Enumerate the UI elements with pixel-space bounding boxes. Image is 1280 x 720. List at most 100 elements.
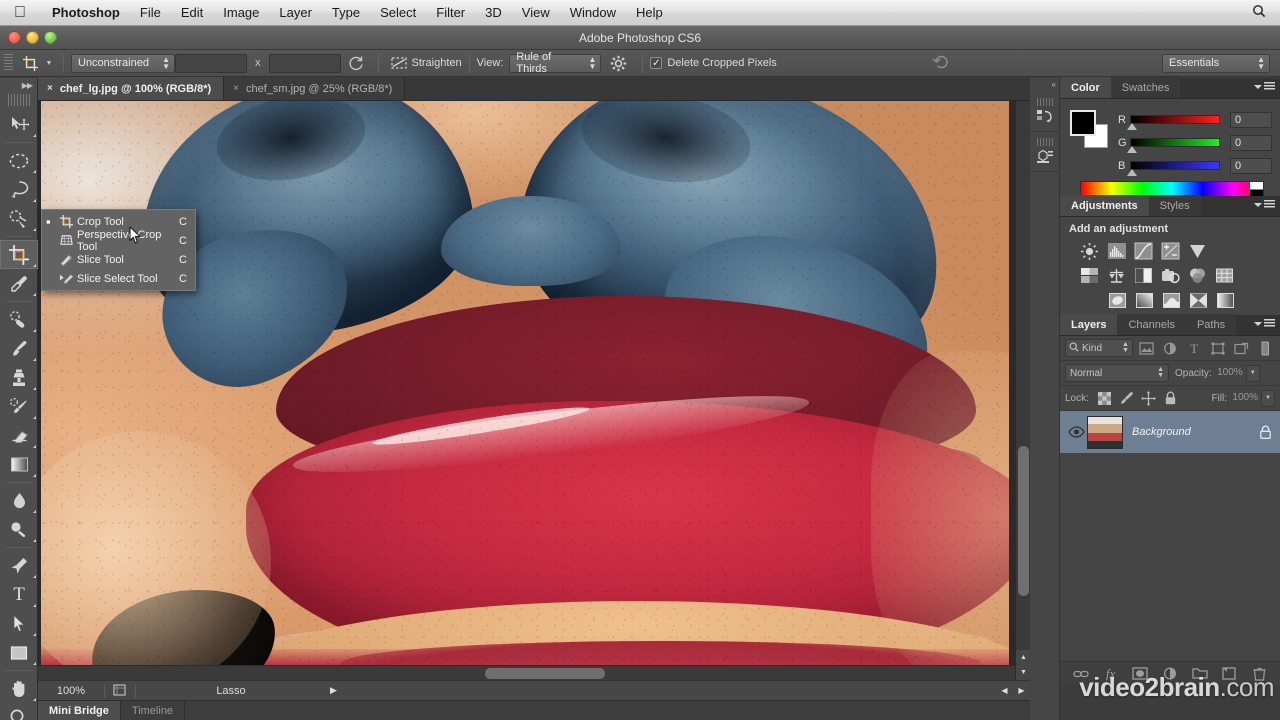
close-icon[interactable]: × xyxy=(233,83,239,94)
reset-icon[interactable] xyxy=(930,53,952,73)
delete-cropped-pixels-checkbox[interactable]: ✓ xyxy=(650,57,662,69)
color-lookup-icon[interactable] xyxy=(1211,265,1238,287)
threshold-icon[interactable] xyxy=(1158,290,1185,312)
options-bar-grip[interactable] xyxy=(4,54,13,72)
channel-value-r[interactable]: 0 xyxy=(1230,112,1272,128)
close-icon[interactable] xyxy=(8,31,21,44)
tool-brush[interactable] xyxy=(0,334,38,363)
photo-filter-icon[interactable] xyxy=(1157,265,1184,287)
fill-stepper-icon[interactable]: ▼ xyxy=(1261,390,1275,407)
hue-saturation-icon[interactable] xyxy=(1076,265,1103,287)
flyout-item-slice-tool[interactable]: Slice Tool C xyxy=(42,250,195,269)
canvas-horizontal-scrollbar[interactable] xyxy=(38,665,1015,680)
menu-item-type[interactable]: Type xyxy=(322,0,370,26)
collapse-panel-icon[interactable]: ▶▶ xyxy=(0,78,37,93)
tool-preset-chevron-icon[interactable]: ▼ xyxy=(42,60,56,67)
lock-all-icon[interactable] xyxy=(1160,389,1182,407)
tab-styles[interactable]: Styles xyxy=(1149,195,1201,216)
document-image[interactable] xyxy=(41,101,1009,680)
tab-color[interactable]: Color xyxy=(1060,77,1111,98)
brightness-contrast-icon[interactable] xyxy=(1076,240,1103,262)
layer-row-background[interactable]: Background xyxy=(1060,411,1280,453)
history-panel-icon[interactable] xyxy=(1030,92,1060,132)
tab-channels[interactable]: Channels xyxy=(1117,314,1185,335)
tool-quick-selection[interactable] xyxy=(0,204,38,233)
menu-item-help[interactable]: Help xyxy=(626,0,673,26)
vertical-scroll-thumb[interactable] xyxy=(1018,446,1029,596)
gradient-map-icon[interactable] xyxy=(1212,290,1239,312)
tab-paths[interactable]: Paths xyxy=(1186,314,1236,335)
menu-item-window[interactable]: Window xyxy=(560,0,626,26)
maximize-icon[interactable] xyxy=(44,31,57,44)
lock-image-icon[interactable] xyxy=(1116,389,1138,407)
tab-swatches[interactable]: Swatches xyxy=(1111,77,1181,98)
tool-marquee[interactable] xyxy=(0,146,38,175)
panel-menu-icon[interactable] xyxy=(1254,200,1275,209)
color-balance-icon[interactable] xyxy=(1103,265,1130,287)
workspace-select[interactable]: Essentials ▲▼ xyxy=(1162,54,1270,73)
tool-blur[interactable] xyxy=(0,486,38,515)
crop-tool-flyout-menu[interactable]: ▪ Crop Tool C Perspective Crop Tool C Sl… xyxy=(41,209,196,291)
opacity-stepper-icon[interactable]: ▼ xyxy=(1246,365,1260,382)
canvas-vertical-scrollbar[interactable]: ▲ ▼ xyxy=(1015,101,1030,680)
blend-mode-select[interactable]: Normal ▲▼ xyxy=(1065,364,1169,382)
menu-item-image[interactable]: Image xyxy=(213,0,269,26)
document-tab-chef-lg[interactable]: × chef_lg.jpg @ 100% (RGB/8*) xyxy=(38,77,224,100)
lock-position-icon[interactable] xyxy=(1138,389,1160,407)
tool-eraser[interactable] xyxy=(0,421,38,450)
filter-toggle-icon[interactable] xyxy=(1255,339,1275,357)
menu-item-file[interactable]: File xyxy=(130,0,171,26)
channel-value-b[interactable]: 0 xyxy=(1230,158,1272,174)
tab-adjustments[interactable]: Adjustments xyxy=(1060,195,1149,216)
gear-icon[interactable] xyxy=(601,55,635,72)
scroll-down-button[interactable]: ▼ xyxy=(1016,665,1030,680)
straighten-label[interactable]: Straighten xyxy=(412,57,462,69)
crop-tool-icon[interactable] xyxy=(18,53,42,74)
invert-icon[interactable] xyxy=(1104,290,1131,312)
menu-item-filter[interactable]: Filter xyxy=(426,0,475,26)
status-expand-icon[interactable]: ▶ xyxy=(326,685,337,696)
levels-icon[interactable] xyxy=(1103,240,1130,262)
filter-adjustment-icon[interactable] xyxy=(1161,339,1181,357)
menu-item-photoshop[interactable]: Photoshop xyxy=(42,0,130,26)
lock-transparency-icon[interactable] xyxy=(1094,389,1116,407)
menu-item-view[interactable]: View xyxy=(512,0,560,26)
selective-color-icon[interactable] xyxy=(1185,290,1212,312)
curves-icon[interactable] xyxy=(1130,240,1157,262)
flyout-item-slice-select-tool[interactable]: Slice Select Tool C xyxy=(42,269,195,288)
tool-dodge[interactable] xyxy=(0,515,38,544)
eye-icon[interactable] xyxy=(1065,426,1087,438)
filter-pixel-icon[interactable] xyxy=(1137,339,1157,357)
tool-clone-stamp[interactable] xyxy=(0,363,38,392)
tools-panel-grip[interactable] xyxy=(8,94,30,106)
properties-panel-icon[interactable] xyxy=(1030,132,1060,172)
rotate-crop-icon[interactable] xyxy=(341,54,371,72)
apple-logo-icon[interactable]:  xyxy=(14,5,26,21)
slider-knob-g[interactable] xyxy=(1127,146,1137,153)
filter-shape-icon[interactable] xyxy=(1208,339,1228,357)
search-icon[interactable] xyxy=(1252,4,1266,21)
tool-history-brush[interactable] xyxy=(0,392,38,421)
crop-width-input[interactable] xyxy=(175,54,247,73)
layer-kind-filter[interactable]: Kind ▲▼ xyxy=(1065,339,1133,357)
posterize-icon[interactable] xyxy=(1131,290,1158,312)
panel-menu-icon[interactable] xyxy=(1254,319,1275,328)
menu-item-3d[interactable]: 3D xyxy=(475,0,512,26)
nav-prev-button[interactable]: ◀ xyxy=(996,686,1013,695)
tool-pen[interactable] xyxy=(0,551,38,580)
filter-smartobject-icon[interactable] xyxy=(1232,339,1252,357)
minimize-icon[interactable] xyxy=(26,31,39,44)
canvas-area[interactable]: ▲ ▼ xyxy=(38,101,1030,680)
foreground-color-swatch[interactable] xyxy=(1070,110,1096,136)
tool-zoom[interactable] xyxy=(0,703,38,720)
tool-gradient[interactable] xyxy=(0,450,38,479)
straighten-icon[interactable] xyxy=(386,55,412,71)
scroll-up-button[interactable]: ▲ xyxy=(1016,650,1030,665)
slider-track-b[interactable] xyxy=(1130,161,1220,170)
exposure-icon[interactable] xyxy=(1157,240,1184,262)
document-icon[interactable] xyxy=(105,684,135,697)
black-white-icon[interactable] xyxy=(1130,265,1157,287)
menu-item-layer[interactable]: Layer xyxy=(269,0,322,26)
slider-track-g[interactable] xyxy=(1130,138,1220,147)
tool-path-selection[interactable] xyxy=(0,609,38,638)
